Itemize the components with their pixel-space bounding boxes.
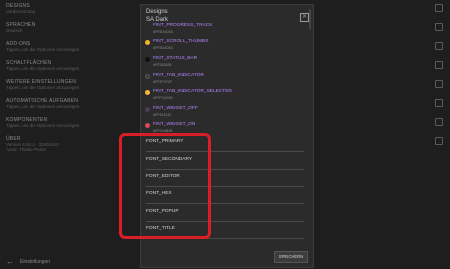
- color-hex: #FFFCA030: [153, 96, 173, 100]
- color-name: FINT_SCROLL_THUMBS: [153, 39, 209, 44]
- settings-item-subtitle: Tippen, um die Optionen anzuzeigen: [6, 104, 80, 109]
- color-hex: #FF5D4D53: [153, 46, 173, 50]
- settings-item-components[interactable]: KOMPONENTEN Tippen, um die Optionen anzu…: [6, 117, 79, 128]
- settings-item-designs[interactable]: DESIGNS Vordersetzung: [6, 3, 35, 14]
- annotation-highlight: [119, 133, 211, 239]
- save-button[interactable]: SPEICHERN: [274, 251, 308, 263]
- color-hex: #FF424242: [153, 113, 172, 117]
- back-arrow-icon[interactable]: ←: [6, 257, 14, 266]
- checkbox[interactable]: [435, 42, 443, 50]
- settings-item-automatic-tasks[interactable]: AUTOMATISCHE AUFGABEN Tippen, um die Opt…: [6, 98, 79, 109]
- checkbox[interactable]: [435, 118, 443, 126]
- color-hex: #FF2F2F2F: [153, 80, 172, 84]
- settings-item-buttons[interactable]: SCHALTFLÄCHEN Tippen, um die Optionen an…: [6, 60, 79, 71]
- settings-item-subtitle: Autor: Thiebe Punia: [6, 147, 46, 152]
- checkbox[interactable]: [435, 80, 443, 88]
- color-swatch: [145, 90, 150, 95]
- settings-item-subtitle: Deutsch: [6, 28, 23, 33]
- checkbox[interactable]: [435, 61, 443, 69]
- color-swatch: [145, 123, 150, 128]
- color-hex: #FF5D4D53: [153, 30, 173, 34]
- settings-item-addons[interactable]: ADD-ONS Tippen, um die Optionen anzuzeig…: [6, 41, 79, 52]
- color-swatch: [145, 74, 150, 79]
- scrollbar[interactable]: [309, 9, 311, 29]
- bottom-nav-label: Einstellungen: [20, 258, 51, 265]
- color-swatch: [145, 57, 150, 62]
- settings-item-languages[interactable]: SPRACHEN Deutsch: [6, 22, 35, 33]
- settings-item-more-settings[interactable]: WEITERE EINSTELLUNGEN Tippen, um die Opt…: [6, 79, 79, 90]
- settings-item-subtitle: Tippen, um die Optionen anzuzeigen: [6, 85, 80, 90]
- checkbox[interactable]: [435, 23, 443, 31]
- color-name: FINT_WIDGET_ON: [153, 122, 196, 127]
- color-name: FINT_PROGRESS_TRACK: [153, 23, 213, 28]
- color-name: FINT_TAB_INDICATOR_SELECTED: [153, 89, 232, 94]
- settings-item-about[interactable]: ÜBER Version 4.54.4 · 32404410 Autor: Th…: [6, 136, 59, 152]
- settings-item-subtitle: Tippen, um die Optionen anzuzeigen: [6, 66, 80, 71]
- settings-item-subtitle: Tippen, um die Optionen anzuzeigen: [6, 47, 80, 52]
- color-hex: #FF282828: [153, 63, 172, 67]
- settings-item-subtitle: Vordersetzung: [6, 9, 36, 14]
- checkbox[interactable]: [435, 99, 443, 107]
- close-icon[interactable]: ✕: [300, 13, 309, 22]
- color-swatch: [145, 107, 150, 112]
- checkbox[interactable]: [435, 4, 443, 12]
- bottom-nav[interactable]: ← Einstellungen: [6, 257, 50, 266]
- color-name: FINT_WIDGET_OFF: [153, 106, 198, 111]
- color-name: FINT_TAB_INDICATOR: [153, 73, 204, 78]
- color-swatch: [145, 40, 150, 45]
- checkbox[interactable]: [435, 137, 443, 145]
- color-name: FINT_STATUS_BAR: [153, 56, 198, 61]
- dialog-title: Designs: [146, 9, 168, 15]
- settings-item-subtitle: Tippen, um die Optionen anzuzeigen: [6, 123, 80, 128]
